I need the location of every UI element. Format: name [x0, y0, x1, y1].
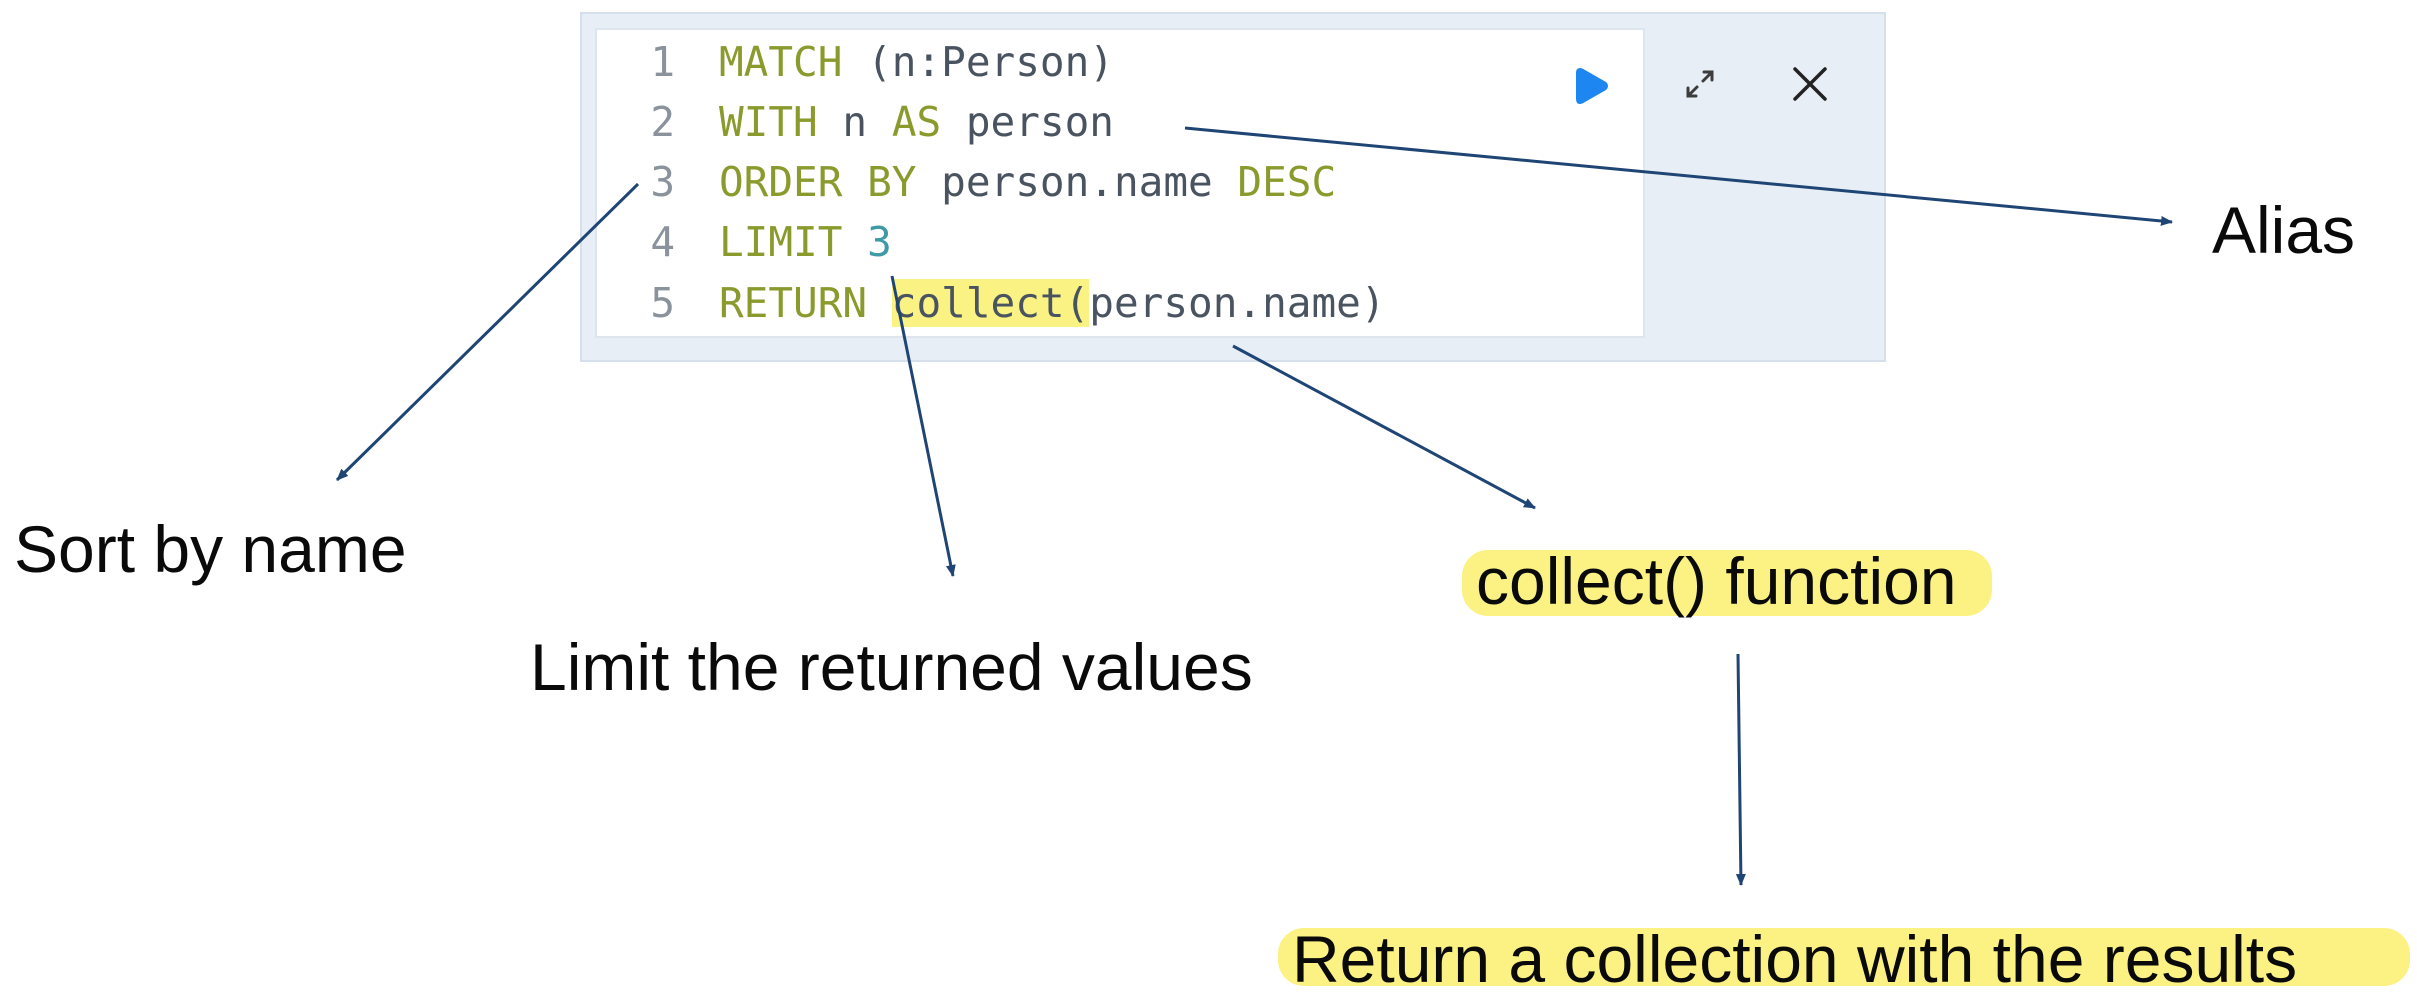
result-arrow — [1735, 653, 1746, 886]
annotation-arrows — [335, 126, 2173, 886]
collect-arrow — [1232, 344, 1536, 510]
sort-arrow — [335, 182, 640, 482]
alias-arrow — [1184, 126, 2173, 226]
limit-arrow — [890, 275, 956, 577]
